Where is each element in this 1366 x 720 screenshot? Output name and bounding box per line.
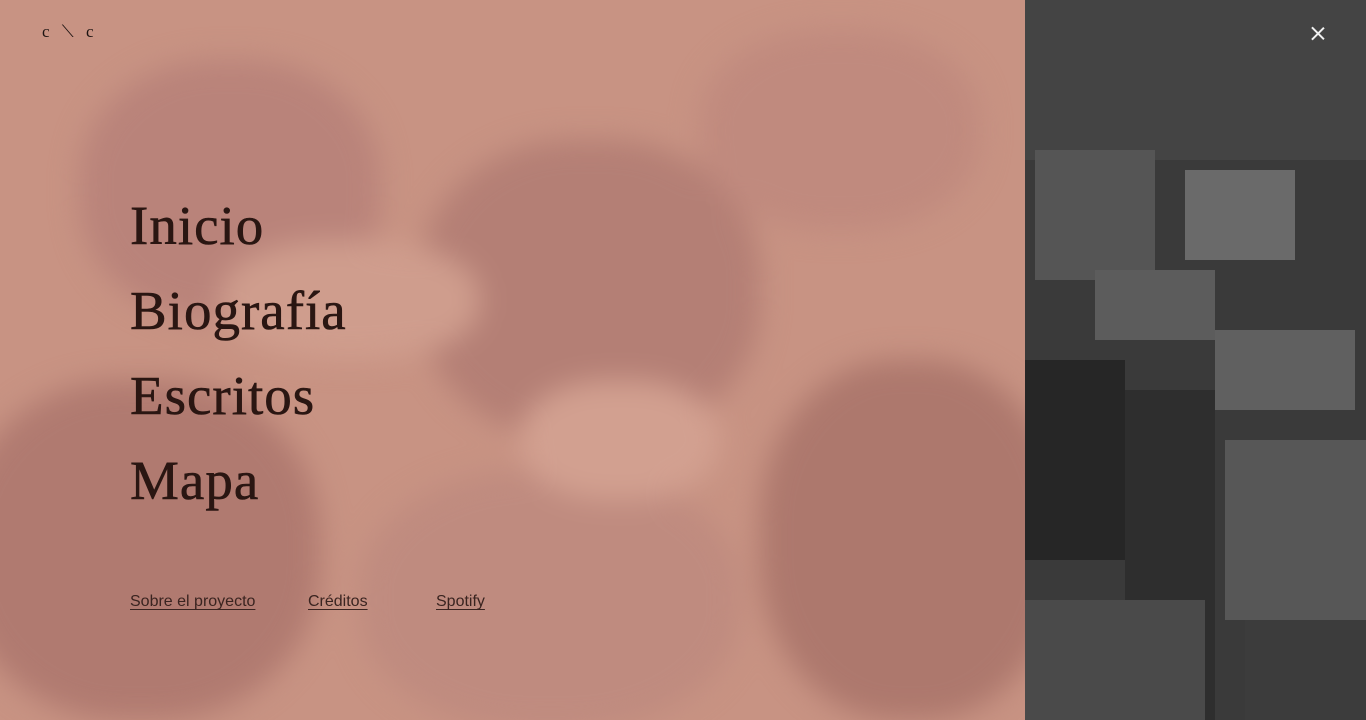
nav-item-inicio[interactable]: Inicio: [130, 183, 347, 268]
main-navigation: Inicio Biografía Escritos Mapa: [130, 183, 347, 523]
footer-link-spotify[interactable]: Spotify: [436, 593, 485, 611]
nav-item-biografia[interactable]: Biografía: [130, 268, 347, 353]
footer-link-creditos[interactable]: Créditos: [308, 593, 368, 611]
nav-item-escritos[interactable]: Escritos: [130, 353, 347, 438]
site-logo[interactable]: c ⟍ c: [42, 22, 98, 42]
close-icon[interactable]: [1306, 21, 1330, 45]
footer-link-sobre-el-proyecto[interactable]: Sobre el proyecto: [130, 593, 255, 611]
aerial-city-photo: [1025, 0, 1366, 720]
nav-item-mapa[interactable]: Mapa: [130, 438, 347, 523]
